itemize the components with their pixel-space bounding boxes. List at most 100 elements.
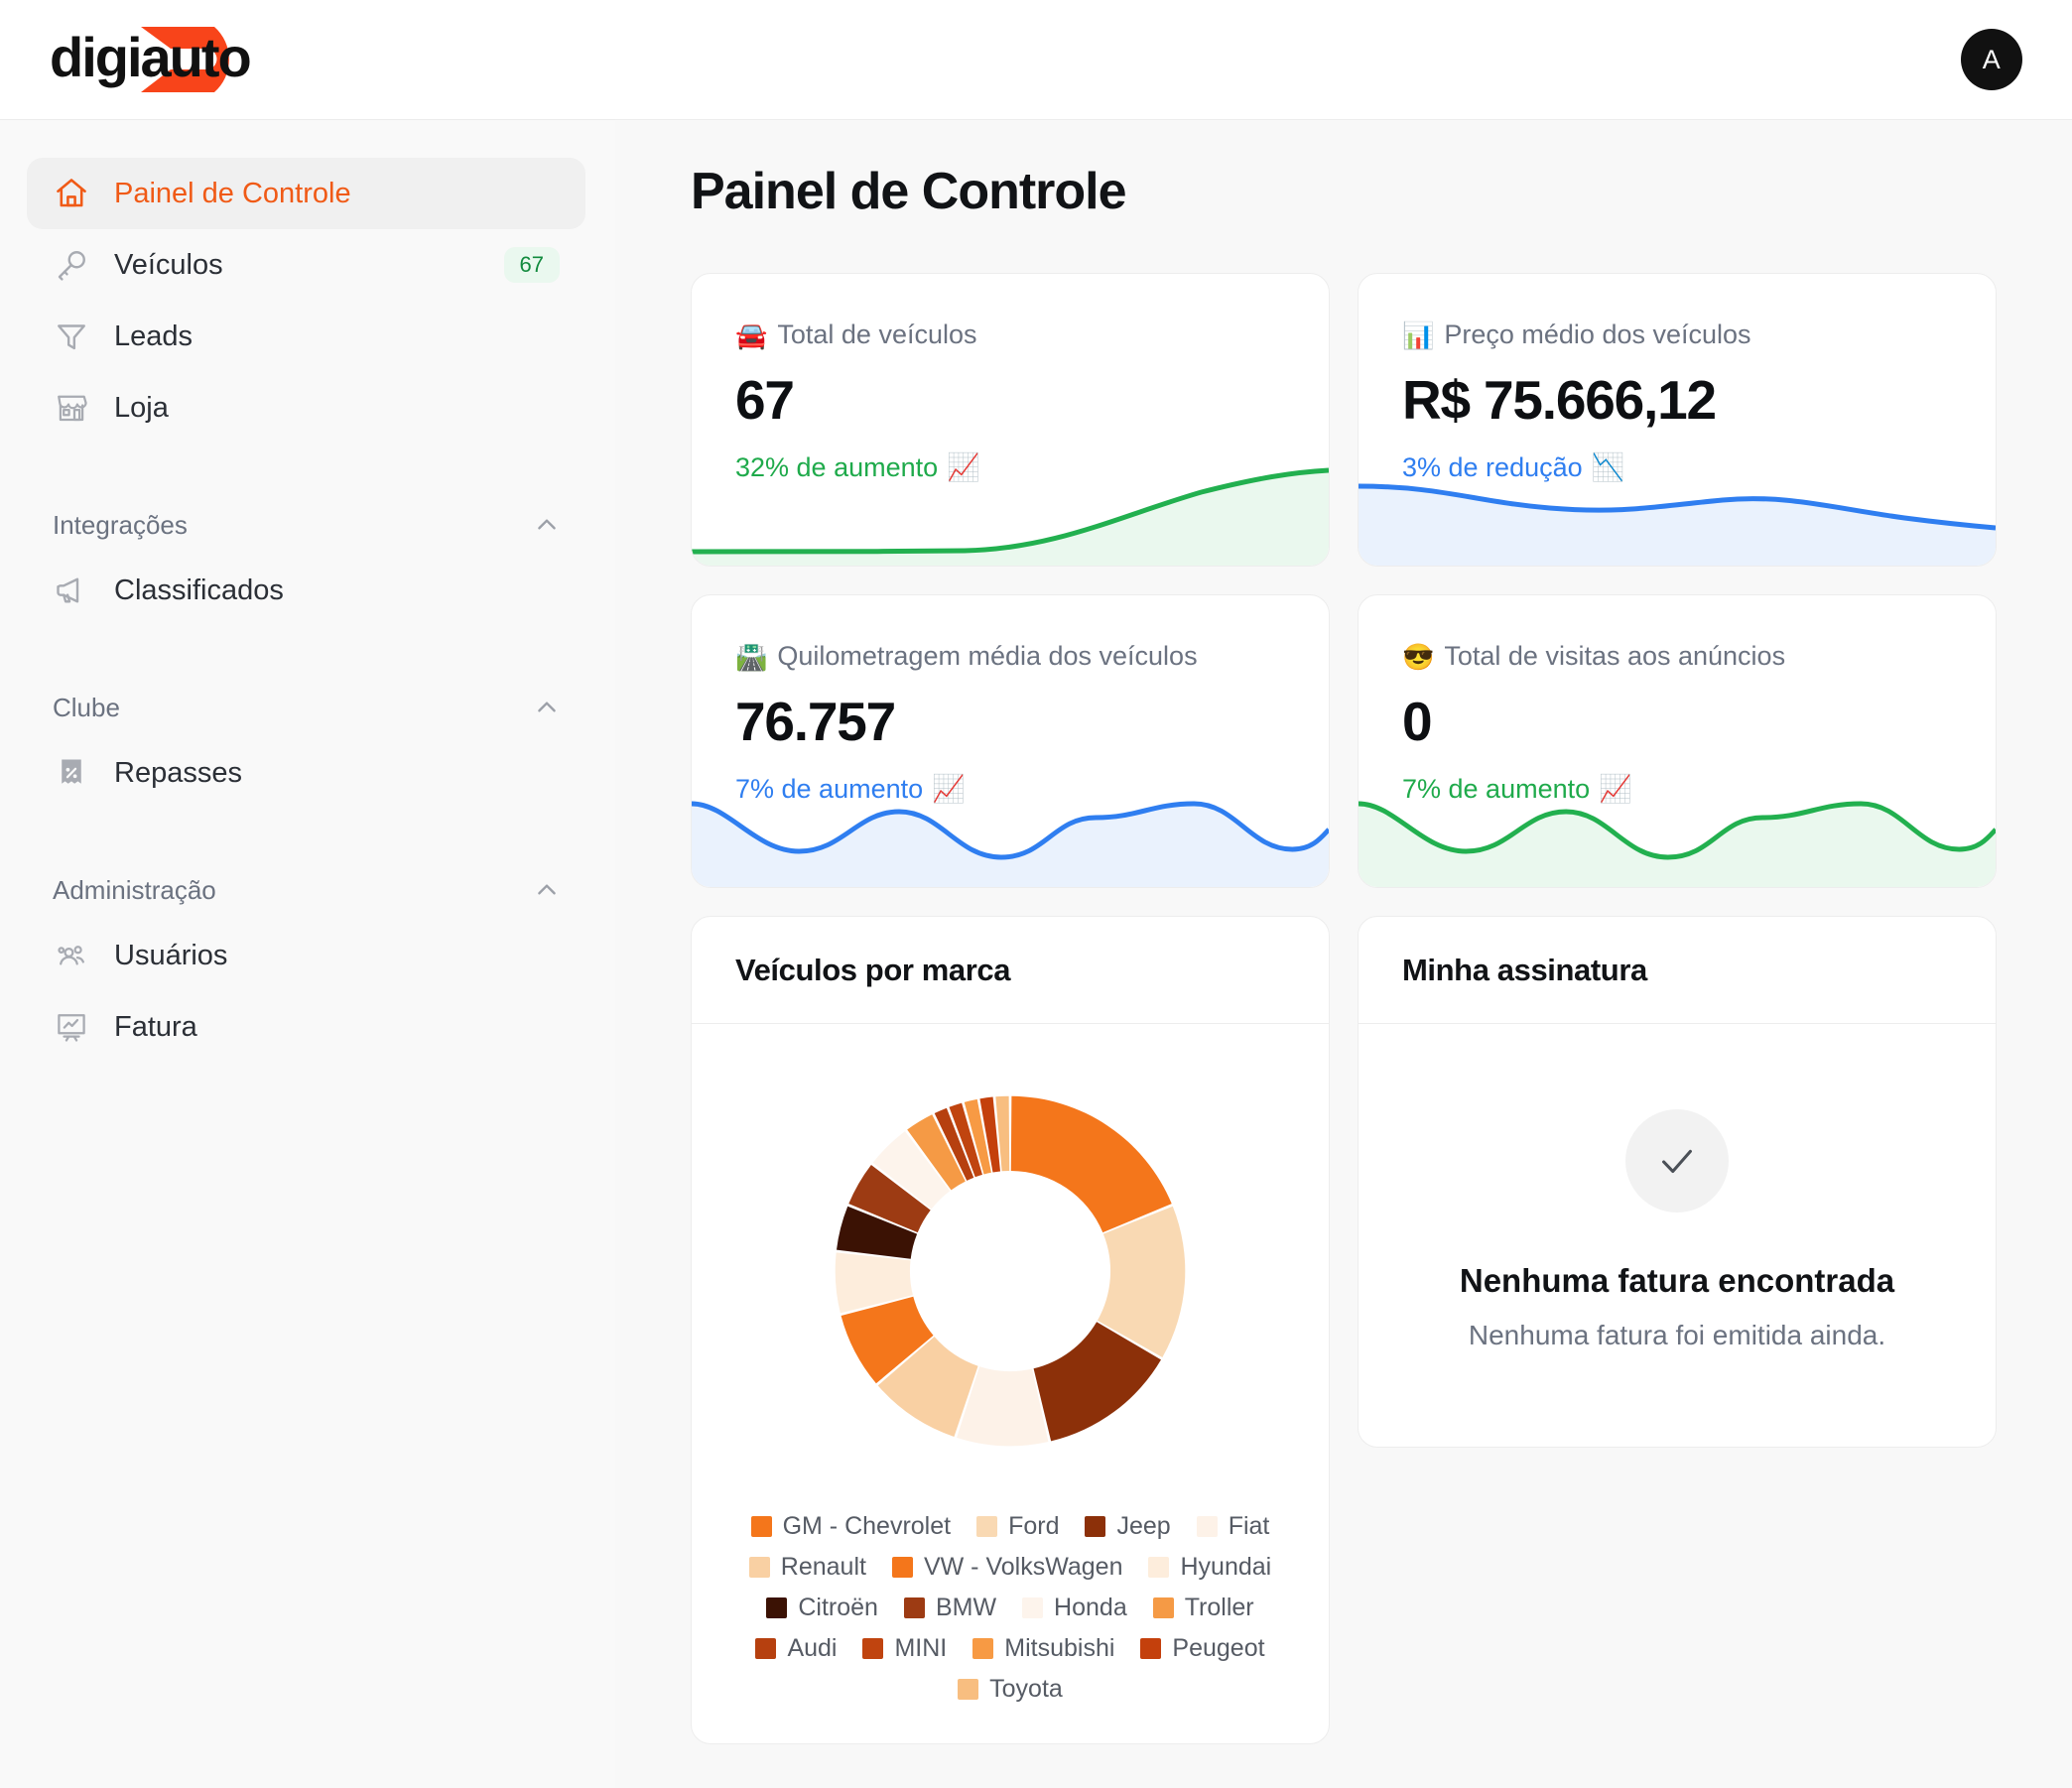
sidebar-item-label: Painel de Controle [114,177,351,209]
sidebar-item-label: Repasses [114,756,242,789]
legend-item[interactable]: Fiat [1196,1512,1270,1541]
legend-item[interactable]: BMW [903,1594,997,1622]
stat-label-text: Quilometragem média dos veículos [777,641,1198,671]
empty-state: Nenhuma fatura encontrada Nenhuma fatura… [1359,1024,1996,1447]
sparkline-chart [1359,456,1996,566]
check-icon [1625,1109,1729,1213]
stat-card-total-veiculos[interactable]: 🚘 Total de veículos 67 32% de aumento 📈 [691,273,1330,567]
sparkline-chart [692,778,1329,887]
sidebar-item-label: Usuários [114,939,228,971]
sidebar-group-title: Integrações [53,509,188,540]
sunglasses-face-icon: 😎 [1402,641,1435,672]
sidebar-item-label: Fatura [114,1010,197,1043]
legend-swatch-icon [972,1638,994,1659]
legend-swatch-icon [1148,1557,1170,1578]
subscription-panel: Minha assinatura Nenhuma fatura encontra… [1358,916,1997,1448]
legend-item[interactable]: GM - Chevrolet [750,1512,952,1541]
stat-label-text: Total de visitas aos anúncios [1444,641,1786,671]
sidebar-group-integracoes[interactable]: Integrações [27,495,585,555]
stats-grid: 🚘 Total de veículos 67 32% de aumento 📈 [691,273,1997,888]
sidebar-group-title: Administração [53,874,216,905]
legend-swatch-icon [748,1557,770,1578]
stat-value: 67 [735,369,795,431]
sidebar-item-painel-de-controle[interactable]: Painel de Controle [27,158,585,229]
legend-item[interactable]: MINI [862,1634,947,1663]
sidebar-item-usuarios[interactable]: Usuários [27,920,585,991]
legend-label: GM - Chevrolet [782,1512,952,1540]
legend-item[interactable]: Renault [748,1553,866,1582]
sidebar: Painel de Controle Veículos 67 Leads Loj… [0,120,615,1788]
sidebar-item-fatura[interactable]: Fatura [27,991,585,1063]
sidebar-item-label: Leads [114,319,194,352]
brand-logo[interactable]: digiauto [50,0,327,119]
legend-label: Fiat [1228,1512,1270,1540]
legend-item[interactable]: Mitsubishi [972,1634,1114,1663]
stat-value: 0 [1402,691,1433,752]
empty-state-subtitle: Nenhuma fatura foi emitida ainda. [1468,1320,1886,1350]
sidebar-group-clube[interactable]: Clube [27,678,585,737]
stat-card-total-visitas[interactable]: 😎 Total de visitas aos anúncios 0 7% de … [1358,594,1997,888]
stat-label: 🚘 Total de veículos [735,319,1285,350]
sidebar-item-veiculos[interactable]: Veículos 67 [27,229,585,301]
legend-label: Renault [780,1553,866,1581]
legend-label: MINI [894,1634,948,1662]
page-title: Painel de Controle [691,163,1127,220]
car-icon: 🚘 [735,319,768,350]
legend-item[interactable]: Toyota [958,1675,1063,1704]
sparkline-chart [1359,778,1996,887]
legend-label: Honda [1054,1594,1127,1621]
road-icon: 🛣️ [735,641,768,672]
stat-card-quilometragem-media[interactable]: 🛣️ Quilometragem média dos veículos 76.7… [691,594,1330,888]
legend-item[interactable]: Troller [1152,1594,1254,1622]
legend-item[interactable]: VW - VolksWagen [891,1553,1122,1582]
donut-slice[interactable] [1010,1095,1172,1233]
megaphone-icon [53,572,90,609]
legend-item[interactable]: Hyundai [1148,1553,1271,1582]
legend-swatch-icon [976,1516,998,1537]
avatar-initial: A [1982,44,2002,74]
legend-item[interactable]: Peugeot [1140,1634,1265,1663]
stat-card-preco-medio[interactable]: 📊 Preço médio dos veículos R$ 75.666,12 … [1358,273,1997,567]
legend-label: Troller [1184,1594,1254,1621]
chevron-up-icon[interactable] [534,695,560,720]
key-icon [53,246,90,284]
brands-panel: Veículos por marca GM - Chevrolet Ford Jee… [691,916,1330,1744]
chevron-up-icon[interactable] [534,877,560,903]
store-icon [53,389,90,427]
legend-label: Audi [787,1634,838,1662]
sidebar-group-administracao[interactable]: Administração [27,860,585,920]
sidebar-item-classificados[interactable]: Classificados [27,555,585,626]
legend-swatch-icon [862,1638,884,1659]
legend-item[interactable]: Citroën [766,1594,878,1622]
percent-tag-icon [53,754,90,792]
legend-item[interactable]: Jeep [1085,1512,1171,1541]
legend-label: Jeep [1116,1512,1171,1540]
empty-state-title: Nenhuma fatura encontrada [1459,1262,1895,1299]
chart-board-icon [53,1008,90,1046]
sidebar-item-leads[interactable]: Leads [27,301,585,372]
main-content: Painel de Controle 🚘 Total de veículos 6… [615,120,2072,1788]
brands-donut-chart[interactable] [797,1058,1224,1484]
avatar[interactable]: A [1961,29,2022,90]
funnel-icon [53,318,90,355]
legend-label: BMW [935,1594,997,1621]
sidebar-item-label: Loja [114,391,169,424]
legend-swatch-icon [1196,1516,1218,1537]
legend-swatch-icon [891,1557,913,1578]
legend-item[interactable]: Audi [755,1634,837,1663]
sidebar-item-repasses[interactable]: Repasses [27,737,585,809]
legend-item[interactable]: Honda [1022,1594,1127,1622]
sidebar-item-loja[interactable]: Loja [27,372,585,444]
legend-label: Mitsubishi [1004,1634,1115,1662]
legend-swatch-icon [755,1638,777,1659]
app-body: Painel de Controle Veículos 67 Leads Loj… [0,120,2072,1788]
top-bar: digiauto A [0,0,2072,120]
users-icon [53,937,90,974]
donut-chart-wrap [721,1058,1299,1484]
home-icon [53,175,90,212]
panels-row: Veículos por marca GM - Chevrolet Ford Jee… [691,916,1997,1788]
legend-item[interactable]: Ford [976,1512,1059,1541]
legend-swatch-icon [1085,1516,1106,1537]
legend-swatch-icon [1152,1597,1174,1618]
chevron-up-icon[interactable] [534,512,560,538]
